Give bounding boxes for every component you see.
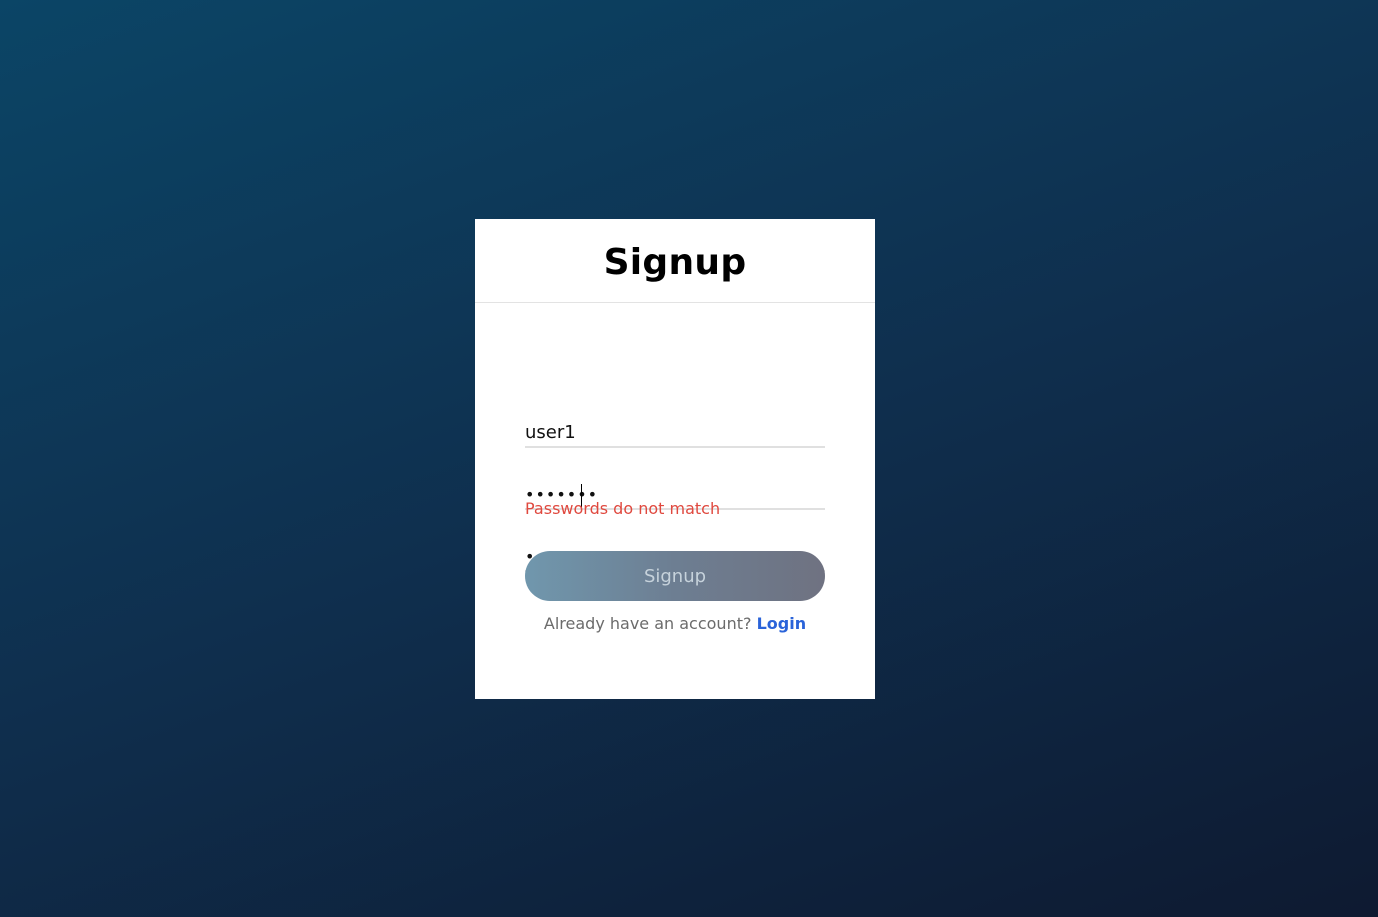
password-mismatch-error: Passwords do not match: [525, 499, 721, 518]
username-input[interactable]: [525, 418, 825, 446]
page-title: Signup: [603, 242, 747, 283]
signup-button[interactable]: Signup: [525, 551, 825, 601]
username-field-wrapper: [525, 418, 825, 448]
login-link[interactable]: Login: [757, 614, 807, 633]
card-header: Signup: [475, 219, 875, 303]
signup-card: Signup Passwords do not match Signup Alr…: [475, 219, 875, 699]
login-prompt-text: Already have an account?: [543, 614, 752, 633]
login-prompt: Already have an account? Login: [475, 614, 875, 633]
